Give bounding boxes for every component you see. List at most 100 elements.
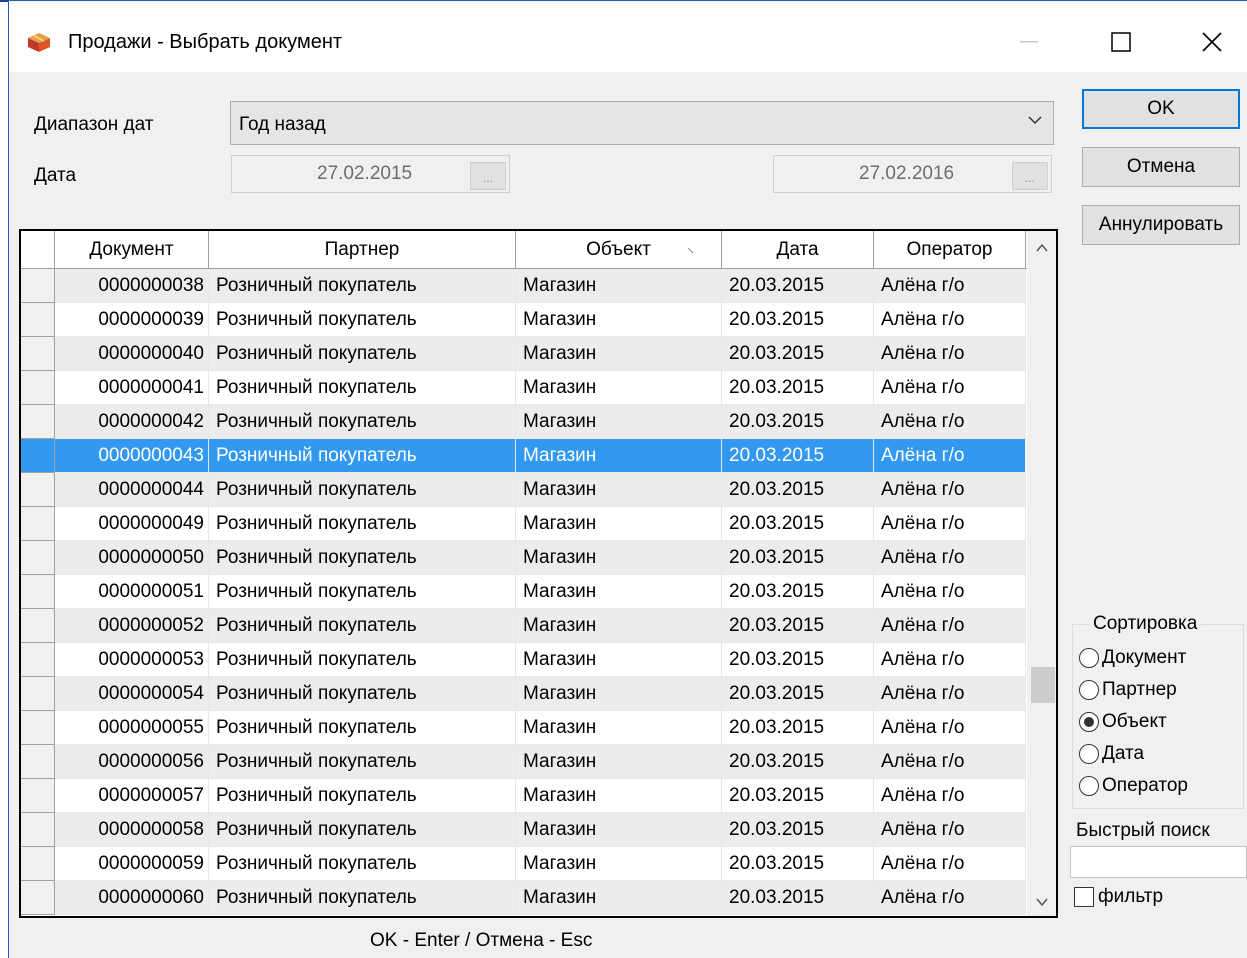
- ok-button[interactable]: OK: [1082, 89, 1240, 129]
- cancel-button[interactable]: Отмена: [1082, 147, 1240, 187]
- table-row[interactable]: 0000000060 Розничный покупатель Магазин 20.…: [21, 881, 1026, 915]
- row-indicator[interactable]: [21, 439, 55, 473]
- sort-radio-date[interactable]: Дата: [1079, 743, 1144, 765]
- row-indicator[interactable]: [21, 303, 55, 337]
- cell-document: 0000000038: [55, 269, 209, 303]
- table-row[interactable]: 0000000042 Розничный покупатель Магазин 20.…: [21, 405, 1026, 439]
- vertical-scrollbar[interactable]: [1027, 231, 1056, 916]
- filter-checkbox[interactable]: фильтр: [1074, 886, 1163, 908]
- column-header-object[interactable]: Объект: [516, 231, 722, 269]
- row-indicator[interactable]: [21, 677, 55, 711]
- cell-date: 20.03.2015: [722, 677, 874, 711]
- row-indicator[interactable]: [21, 779, 55, 813]
- date-to-value: 27.02.2016: [859, 163, 955, 184]
- date-range-select[interactable]: Год назад: [230, 101, 1054, 145]
- row-indicator[interactable]: [21, 881, 55, 915]
- date-range-label: Диапазон дат: [34, 114, 154, 135]
- table-row[interactable]: 0000000059 Розничный покупатель Магазин 20.…: [21, 847, 1026, 881]
- row-indicator[interactable]: [21, 813, 55, 847]
- row-indicator[interactable]: [21, 337, 55, 371]
- row-indicator[interactable]: [21, 405, 55, 439]
- row-indicator[interactable]: [21, 745, 55, 779]
- sorting-title: Сортировка: [1089, 613, 1202, 635]
- row-indicator[interactable]: [21, 507, 55, 541]
- table-row[interactable]: 0000000038 Розничный покупатель Магазин 20.…: [21, 269, 1026, 303]
- table-row[interactable]: 0000000040 Розничный покупатель Магазин 20.…: [21, 337, 1026, 371]
- table-row[interactable]: 0000000051 Розничный покупатель Магазин 20.…: [21, 575, 1026, 609]
- cell-document: 0000000056: [55, 745, 209, 779]
- radio-circle[interactable]: [1079, 680, 1099, 700]
- cell-date: 20.03.2015: [722, 813, 874, 847]
- scroll-up-icon[interactable]: [1035, 241, 1049, 255]
- date-from-value: 27.02.2015: [317, 163, 413, 184]
- cell-object: Магазин: [516, 303, 722, 337]
- cell-document: 0000000039: [55, 303, 209, 337]
- table-row[interactable]: 0000000043 Розничный покупатель Магазин 20.…: [21, 439, 1026, 473]
- radio-circle[interactable]: [1079, 744, 1099, 764]
- cell-operator: Алёна г/о: [874, 677, 1026, 711]
- radio-circle[interactable]: [1079, 648, 1099, 668]
- radio-label: Оператор: [1102, 775, 1188, 796]
- table-row[interactable]: 0000000039 Розничный покупатель Магазин 20.…: [21, 303, 1026, 337]
- column-header-operator[interactable]: Оператор: [874, 231, 1026, 269]
- column-header-date[interactable]: Дата: [722, 231, 874, 269]
- column-header-document[interactable]: Документ: [55, 231, 209, 269]
- table-row[interactable]: 0000000054 Розничный покупатель Магазин 20.…: [21, 677, 1026, 711]
- row-indicator[interactable]: [21, 269, 55, 303]
- table-row[interactable]: 0000000055 Розничный покупатель Магазин 20.…: [21, 711, 1026, 745]
- cell-operator: Алёна г/о: [874, 745, 1026, 779]
- sort-radio-operator[interactable]: Оператор: [1079, 775, 1188, 797]
- quick-search-label: Быстрый поиск: [1076, 820, 1210, 841]
- table-row[interactable]: 0000000050 Розничный покупатель Магазин 20.…: [21, 541, 1026, 575]
- row-indicator[interactable]: [21, 609, 55, 643]
- scrollbar-thumb[interactable]: [1031, 667, 1055, 703]
- cell-partner: Розничный покупатель: [209, 371, 516, 405]
- table-row[interactable]: 0000000053 Розничный покупатель Магазин 20.…: [21, 643, 1026, 677]
- filter-checkbox-box[interactable]: [1074, 887, 1094, 907]
- table-row[interactable]: 0000000056 Розничный покупатель Магазин 20.…: [21, 745, 1026, 779]
- table-row[interactable]: 0000000044 Розничный покупатель Магазин 20.…: [21, 473, 1026, 507]
- documents-table[interactable]: Документ Партнер Объект Дата Оператор 00…: [19, 229, 1058, 918]
- quick-search-input[interactable]: [1070, 846, 1247, 878]
- row-indicator[interactable]: [21, 371, 55, 405]
- cell-operator: Алёна г/о: [874, 405, 1026, 439]
- row-indicator[interactable]: [21, 575, 55, 609]
- close-icon[interactable]: [1187, 22, 1237, 62]
- row-indicator[interactable]: [21, 643, 55, 677]
- cell-date: 20.03.2015: [722, 371, 874, 405]
- date-from-picker-button[interactable]: ...: [470, 162, 506, 190]
- column-header-partner[interactable]: Партнер: [209, 231, 516, 269]
- row-indicator[interactable]: [21, 473, 55, 507]
- date-range-value: Год назад: [239, 114, 326, 135]
- cell-date: 20.03.2015: [722, 847, 874, 881]
- annul-button[interactable]: Аннулировать: [1082, 205, 1240, 245]
- cell-operator: Алёна г/о: [874, 847, 1026, 881]
- cell-document: 0000000058: [55, 813, 209, 847]
- radio-circle[interactable]: [1079, 712, 1099, 732]
- table-row[interactable]: 0000000057 Розничный покупатель Магазин 20.…: [21, 779, 1026, 813]
- maximize-icon[interactable]: [1096, 22, 1146, 62]
- minimize-icon[interactable]: [1004, 22, 1054, 62]
- sort-radio-partner[interactable]: Партнер: [1079, 679, 1177, 701]
- row-indicator[interactable]: [21, 711, 55, 745]
- table-row[interactable]: 0000000052 Розничный покупатель Магазин 20.…: [21, 609, 1026, 643]
- radio-label: Дата: [1102, 743, 1145, 764]
- cell-partner: Розничный покупатель: [209, 881, 516, 915]
- table-row[interactable]: 0000000049 Розничный покупатель Магазин 20.…: [21, 507, 1026, 541]
- table-row[interactable]: 0000000041 Розничный покупатель Магазин 20.…: [21, 371, 1026, 405]
- date-to-picker-button[interactable]: ...: [1012, 162, 1048, 190]
- cell-document: 0000000051: [55, 575, 209, 609]
- date-from-field[interactable]: 27.02.2015 ...: [231, 155, 510, 193]
- date-to-field[interactable]: 27.02.2016 ...: [773, 155, 1052, 193]
- table-row[interactable]: 0000000058 Розничный покупатель Магазин 20.…: [21, 813, 1026, 847]
- row-indicator[interactable]: [21, 541, 55, 575]
- sort-radio-object[interactable]: Объект: [1079, 711, 1167, 733]
- scroll-down-icon[interactable]: [1035, 895, 1049, 909]
- cell-partner: Розничный покупатель: [209, 473, 516, 507]
- radio-circle[interactable]: [1079, 776, 1099, 796]
- row-indicator[interactable]: [21, 847, 55, 881]
- title-bar[interactable]: Продажи - Выбрать документ: [9, 2, 1247, 72]
- sort-radio-document[interactable]: Документ: [1079, 647, 1186, 669]
- cell-operator: Алёна г/о: [874, 609, 1026, 643]
- cell-date: 20.03.2015: [722, 439, 874, 473]
